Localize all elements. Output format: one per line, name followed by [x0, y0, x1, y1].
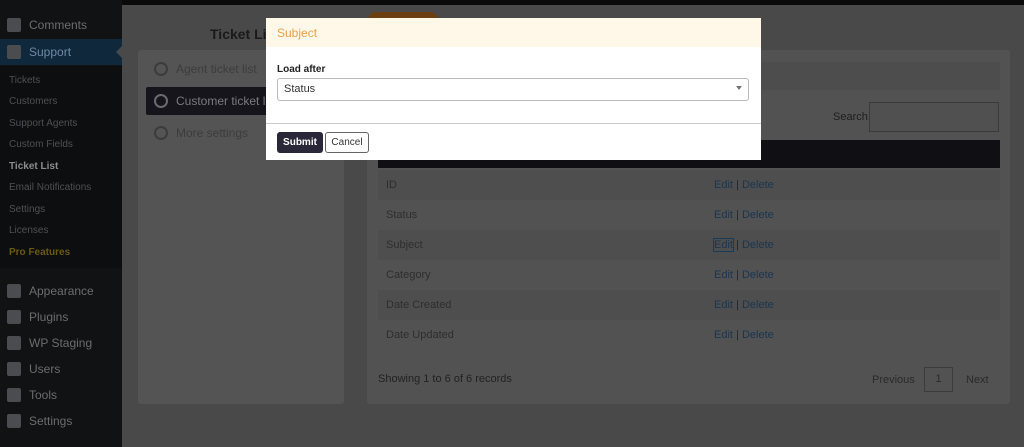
table-row: Date Updated Edit | Delete [378, 320, 1000, 350]
nav-label: Agent ticket list [176, 62, 257, 76]
menu-comments[interactable]: Comments [0, 12, 122, 38]
separator: | [732, 299, 742, 311]
menu-label: Plugins [29, 310, 69, 324]
delete-link[interactable]: Delete [742, 209, 774, 221]
menu-tools[interactable]: Tools [0, 382, 122, 408]
edit-link[interactable]: Edit [714, 209, 733, 221]
delete-link[interactable]: Delete [742, 299, 774, 311]
row-name: Subject [386, 239, 423, 251]
select-value: Status [284, 83, 316, 95]
support-icon [7, 45, 21, 59]
page-1-button[interactable]: 1 [924, 367, 953, 392]
menu-label: Appearance [29, 284, 94, 298]
separator: | [732, 239, 742, 251]
menu-label: Comments [29, 18, 88, 32]
table-row: ID Edit | Delete [378, 170, 1000, 200]
table-row: Subject Edit | Delete [378, 230, 1000, 260]
modal-title: Subject [266, 18, 761, 47]
submenu-tickets[interactable]: Tickets [9, 75, 40, 86]
submenu-custom-fields[interactable]: Custom Fields [9, 139, 73, 150]
table-row: Date Created Edit | Delete [378, 290, 1000, 320]
separator: | [732, 269, 742, 281]
delete-link[interactable]: Delete [742, 329, 774, 341]
wrench-icon [7, 388, 21, 402]
search-input[interactable] [869, 102, 999, 132]
edit-link[interactable]: Edit [714, 329, 733, 341]
row-name: Date Created [386, 299, 452, 311]
comment-icon [7, 18, 21, 32]
edit-link[interactable]: Edit [714, 269, 733, 281]
submenu-ticket-list[interactable]: Ticket List [9, 161, 58, 172]
subject-modal: Subject Load after Status Submit Cancel [266, 18, 761, 160]
menu-plugins[interactable]: Plugins [0, 304, 122, 330]
modal-divider [266, 123, 761, 124]
previous-button[interactable]: Previous [872, 374, 915, 386]
submenu-customers[interactable]: Customers [9, 96, 57, 107]
separator: | [732, 209, 742, 221]
headset-icon [154, 62, 168, 76]
menu-settings[interactable]: Settings [0, 408, 122, 434]
menu-label: Support [29, 45, 72, 59]
search-label: Search: [833, 111, 871, 123]
separator: | [732, 329, 742, 341]
table-row: Status Edit | Delete [378, 200, 1000, 230]
menu-label: Settings [29, 414, 73, 428]
nav-label: More settings [176, 126, 249, 140]
menu-wp-staging[interactable]: WP Staging [0, 330, 122, 356]
submenu-licenses[interactable]: Licenses [9, 225, 48, 236]
separator: | [732, 179, 742, 191]
submenu-email-notifications[interactable]: Email Notifications [9, 182, 91, 193]
delete-link[interactable]: Delete [742, 269, 774, 281]
admin-bar [0, 0, 1024, 5]
user-icon [7, 362, 21, 376]
menu-label: WP Staging [29, 336, 93, 350]
nav-label: Customer ticket list [176, 94, 278, 108]
load-after-select[interactable]: Status [277, 78, 749, 101]
row-name: ID [386, 179, 397, 191]
edit-link[interactable]: Edit [714, 299, 733, 311]
delete-link[interactable]: Delete [742, 239, 774, 251]
brush-icon [7, 284, 21, 298]
table-body: ID Edit | Delete Status Edit | Delete Subj… [367, 170, 1010, 350]
plugin-icon [7, 310, 21, 324]
table-row: Category Edit | Delete [378, 260, 1000, 290]
next-button[interactable]: Next [966, 374, 989, 386]
tools-icon [154, 126, 168, 140]
edit-link[interactable]: Edit [714, 179, 733, 191]
submenu-support-agents[interactable]: Support Agents [9, 118, 77, 129]
row-name: Status [386, 209, 418, 221]
load-after-label: Load after [277, 64, 326, 75]
menu-support[interactable]: Support [0, 39, 122, 65]
menu-label: Users [29, 362, 61, 376]
settings-icon [7, 414, 21, 428]
edit-link[interactable]: Edit [713, 238, 734, 252]
records-info: Showing 1 to 6 of 6 records [378, 373, 512, 385]
chevron-down-icon [736, 86, 742, 93]
menu-appearance[interactable]: Appearance [0, 278, 122, 304]
row-name: Category [386, 269, 431, 281]
submenu-settings[interactable]: Settings [9, 204, 45, 215]
menu-label: Tools [29, 388, 58, 402]
menu-users[interactable]: Users [0, 356, 122, 382]
person-icon [154, 94, 168, 108]
delete-link[interactable]: Delete [742, 179, 774, 191]
submit-button[interactable]: Submit [277, 132, 323, 153]
submenu-pro-features[interactable]: Pro Features [9, 247, 70, 258]
sync-icon [7, 336, 21, 350]
admin-sidebar: Comments Support Tickets Customers Suppo… [0, 0, 122, 447]
cancel-button[interactable]: Cancel [325, 132, 369, 153]
row-name: Date Updated [386, 329, 454, 341]
